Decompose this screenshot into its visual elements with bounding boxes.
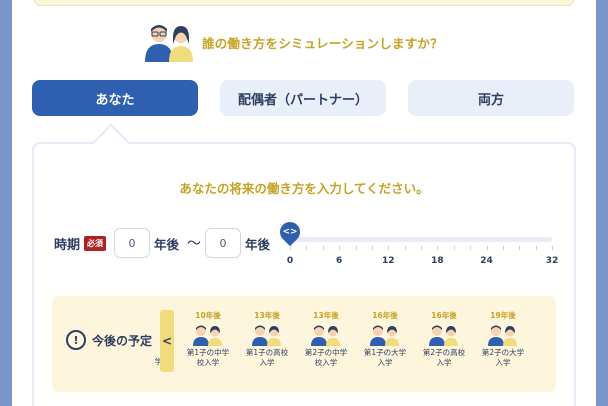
panel-instruction: あなたの将来の働き方を入力してください。: [179, 181, 429, 196]
slider-tick-label: 24: [480, 256, 493, 266]
plan-event-desc: 第2子の高校 入学: [422, 348, 466, 367]
page: 誰の働き方をシミュレーションしますか？ あなた 配偶者（パートナー） 両方 あな…: [12, 0, 596, 406]
plan-event-years: 13年後: [313, 311, 339, 320]
slider-track[interactable]: [290, 237, 552, 242]
plan-event-years: 10年後: [195, 311, 221, 320]
year-slider[interactable]: <> 0 6 12 18 24 32: [275, 217, 558, 272]
family-icon: [429, 325, 458, 346]
heading-text: 誰の働き方をシミュレーションしますか？: [202, 35, 443, 51]
period-end-unit: 年後: [245, 236, 271, 252]
slider-tick-mark: [421, 246, 422, 250]
plan-event-years: 16年後: [431, 311, 457, 320]
slider-tick-mark: [371, 246, 373, 250]
slider-tick-mark: [388, 246, 390, 250]
plan-event-years: 13年後: [254, 311, 280, 320]
plan-event-years: 16年後: [372, 311, 398, 320]
plan-event-item: 16年後第2子の高校 入学: [416, 310, 472, 368]
family-icon: [488, 325, 517, 346]
slider-tick-mark: [552, 246, 553, 250]
slider-tick-mark: [535, 246, 537, 250]
slider-tick-mark: [355, 246, 357, 250]
plan-event-item: 19年後第2子の大学 入学: [475, 310, 531, 368]
slider-tick-label: 6: [335, 256, 343, 266]
plan-event-item: 10年後第1子の中学 校入学: [180, 310, 236, 368]
slider-tick-mark: [502, 246, 504, 250]
period-start-unit: 年後: [154, 236, 180, 252]
required-badge: 必須: [84, 235, 107, 251]
slider-tick-label: 32: [545, 256, 559, 266]
plan-event-desc: 第2子の中学 校入学: [304, 348, 348, 367]
scroll-left-button[interactable]: <: [160, 310, 174, 372]
slider-tick-mark: [519, 246, 521, 250]
plan-event-item: 13年後第1子の高校 入学: [239, 310, 295, 368]
family-icon: [370, 325, 399, 346]
plan-event-item: 13年後第2子の中学 校入学: [298, 310, 354, 368]
plan-event-item: 16年後第1子の大学 入学: [357, 310, 413, 368]
plan-clipped-item: 学: [152, 296, 161, 392]
period-separator: 〜: [187, 236, 202, 252]
period-label: 時期: [54, 237, 81, 253]
input-panel: あなたの将来の働き方を入力してください。 時期 必須 年後 〜 年後 <> 0 6…: [32, 142, 576, 406]
family-icon: [252, 325, 281, 346]
slider-tick-label: 18: [431, 256, 444, 266]
info-icon: !: [66, 330, 86, 350]
plan-event-desc: 第1子の中学 校入学: [186, 348, 230, 367]
period-row: 時期 必須 年後 〜 年後: [54, 228, 274, 258]
slider-handle-icon: <>: [282, 227, 298, 237]
heading: 誰の働き方をシミュレーションしますか？: [144, 22, 443, 62]
upcoming-plan: ! 今後の予定 学 < 10年後 第1子の中学 校入学 13年後 第1子の高校 入学 1…: [52, 296, 556, 392]
top-strip: [34, 0, 574, 6]
tabs: あなた 配偶者（パートナー） 両方: [32, 80, 576, 116]
slider-tick-mark: [404, 246, 406, 250]
tab-both[interactable]: 両方: [408, 80, 574, 116]
period-end-input[interactable]: [205, 228, 242, 258]
plan-event-years: 19年後: [490, 311, 516, 320]
tab-spouse[interactable]: 配偶者（パートナー）: [220, 80, 386, 116]
slider-tick-mark: [437, 246, 439, 250]
period-start-input[interactable]: [114, 228, 151, 258]
slider-tick-mark: [470, 246, 472, 250]
family-icon: [193, 325, 222, 346]
slider-tick-label: 12: [381, 256, 395, 266]
slider-tick-mark: [453, 246, 455, 250]
couple-icon: [145, 25, 193, 62]
family-icon: [311, 325, 340, 346]
slider-tick-mark: [486, 246, 488, 250]
slider-tick-mark: [306, 246, 308, 250]
plan-title-group: ! 今後の予定: [66, 330, 152, 350]
slider-tick-mark: [322, 246, 324, 250]
slider-tick-label: 0: [286, 256, 294, 266]
slider-tick-mark: [339, 246, 341, 250]
plan-event-desc: 第1子の高校 入学: [245, 348, 289, 367]
slider-tick-mark: [290, 246, 291, 250]
tab-you[interactable]: あなた: [32, 80, 198, 116]
plan-event-desc: 第2子の大学 入学: [481, 348, 525, 367]
plan-title: 今後の予定: [92, 333, 153, 348]
plan-event-desc: 第1子の大学 入学: [363, 348, 407, 367]
